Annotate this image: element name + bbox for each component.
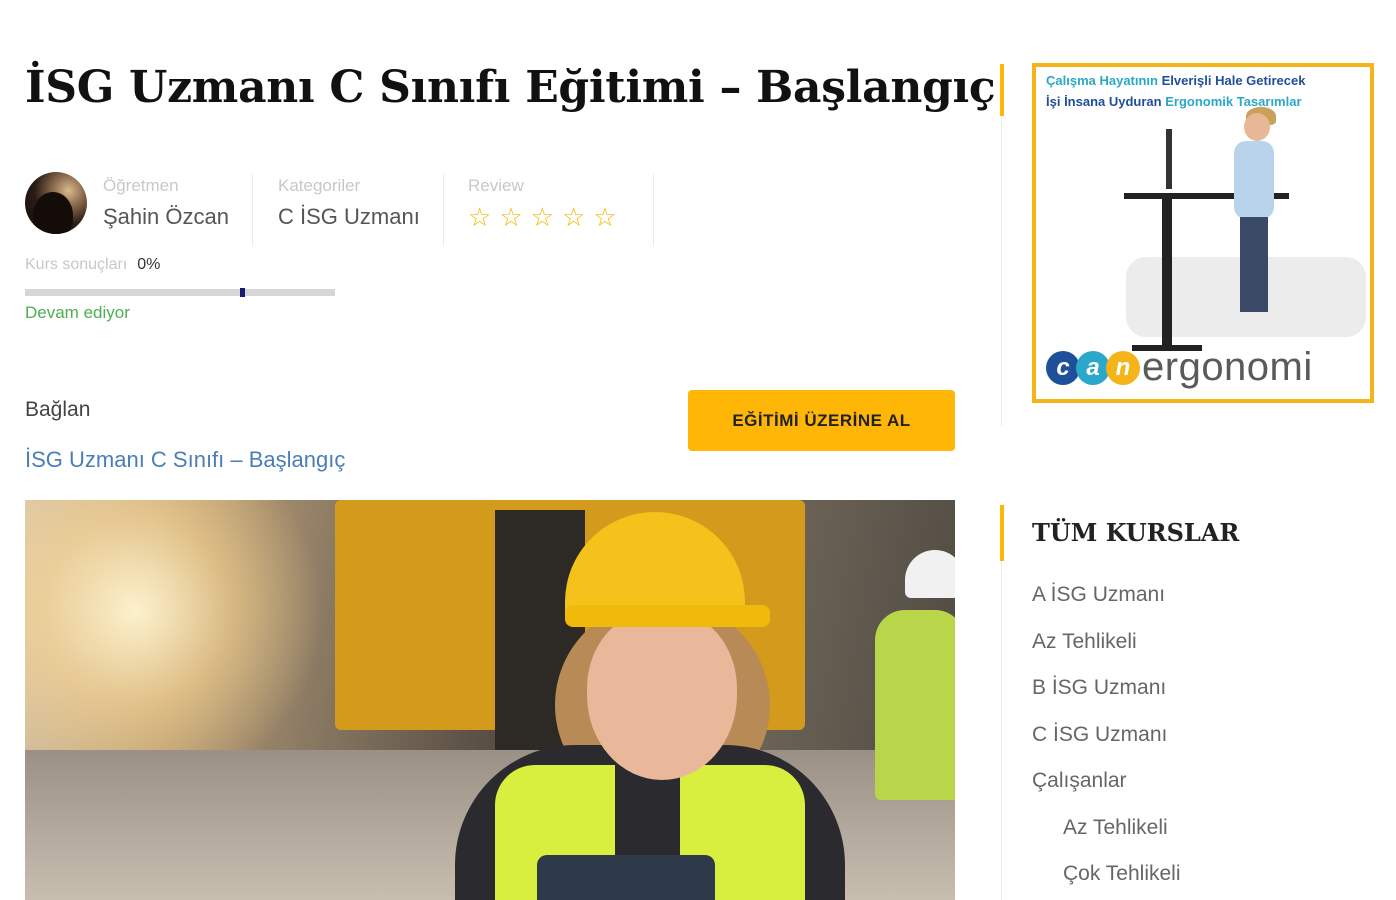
star-outline-icon: ☆ xyxy=(530,202,554,232)
sidebar-course-link[interactable]: Az Tehlikeli xyxy=(1063,816,1168,840)
review-info: Review ☆ ☆ ☆ ☆ ☆ xyxy=(468,176,617,230)
ad-person-body xyxy=(1234,141,1274,219)
progress-passing-marker xyxy=(240,288,245,297)
courses-widget-title: TÜM KURSLAR xyxy=(1032,518,1240,547)
sidebar-course-link[interactable]: Çalışanlar xyxy=(1032,769,1127,793)
sidebar-divider xyxy=(1001,116,1002,426)
teacher-info: Öğretmen Şahin Özcan xyxy=(103,176,229,230)
ad-text: Çalışma Hayatının xyxy=(1046,73,1158,88)
ad-text: İşi İnsana Uyduran xyxy=(1046,94,1162,109)
avatar[interactable] xyxy=(25,172,87,234)
ad-text: Elverişli Hale Getirecek xyxy=(1161,73,1306,88)
page-title: İSG Uzmanı C Sınıfı Eğitimi – Başlangıç xyxy=(25,62,996,113)
logo-letter: c xyxy=(1046,350,1080,385)
meta-divider xyxy=(653,174,654,246)
logo-letter: n xyxy=(1106,350,1140,385)
star-outline-icon: ☆ xyxy=(499,202,523,232)
ad-headline-1: Çalışma Hayatının Elverişli Hale Getirec… xyxy=(1046,73,1305,88)
course-meta: Öğretmen Şahin Özcan Kategoriler C İSG U… xyxy=(25,168,665,248)
ad-monitor-graphic xyxy=(1166,129,1172,189)
ad-person-head xyxy=(1244,113,1270,141)
courses-accent-bar xyxy=(1000,505,1004,561)
category-link[interactable]: C İSG Uzmanı xyxy=(278,204,420,230)
connect-title: Bağlan xyxy=(25,398,91,421)
enroll-button[interactable]: EĞİTİMİ ÜZERİNE AL xyxy=(688,390,955,451)
category-label: Kategoriler xyxy=(278,176,361,195)
review-label: Review xyxy=(468,176,524,195)
sidebar-course-link[interactable]: B İSG Uzmanı xyxy=(1032,676,1166,700)
sidebar-course-link[interactable]: C İSG Uzmanı xyxy=(1032,723,1167,747)
star-outline-icon: ☆ xyxy=(561,202,586,232)
sidebar-divider xyxy=(1001,561,1002,900)
status-text: Devam ediyor xyxy=(25,303,130,322)
sidebar-course-link[interactable]: A İSG Uzmanı xyxy=(1032,583,1165,607)
teacher-label: Öğretmen xyxy=(103,176,179,195)
progress-bar xyxy=(25,288,335,297)
progress-percent: 0% xyxy=(137,256,161,273)
course-hero-image xyxy=(25,500,955,900)
category-info: Kategoriler C İSG Uzmanı xyxy=(278,176,420,230)
star-outline-icon: ☆ xyxy=(593,202,617,232)
logo-letter: a xyxy=(1076,350,1110,385)
teacher-name[interactable]: Şahin Özcan xyxy=(103,204,229,230)
meta-divider xyxy=(252,174,253,246)
progress-label: Kurs sonuçları 0% xyxy=(25,256,160,274)
review-stars: ☆ ☆ ☆ ☆ ☆ xyxy=(468,204,617,230)
logo-word: ergonomi xyxy=(1142,345,1313,389)
ad-desk-leg xyxy=(1162,199,1172,349)
progress-label-text: Kurs sonuçları xyxy=(25,256,128,273)
ad-accent-bar xyxy=(1000,64,1004,116)
sidebar-course-link[interactable]: Az Tehlikeli xyxy=(1032,630,1137,654)
ad-text: Ergonomik Tasarımlar xyxy=(1165,94,1302,109)
sidebar-course-link[interactable]: Çok Tehlikeli xyxy=(1063,862,1181,886)
ad-person-legs xyxy=(1240,217,1268,312)
star-outline-icon: ☆ xyxy=(468,202,492,232)
ergonomi-ad-banner[interactable]: Çalışma Hayatının Elverişli Hale Getirec… xyxy=(1032,63,1374,403)
canergonomi-logo: c a n ergonomi xyxy=(1046,345,1313,390)
meta-divider xyxy=(443,174,444,246)
course-link[interactable]: İSG Uzmanı C Sınıfı – Başlangıç xyxy=(25,447,345,473)
